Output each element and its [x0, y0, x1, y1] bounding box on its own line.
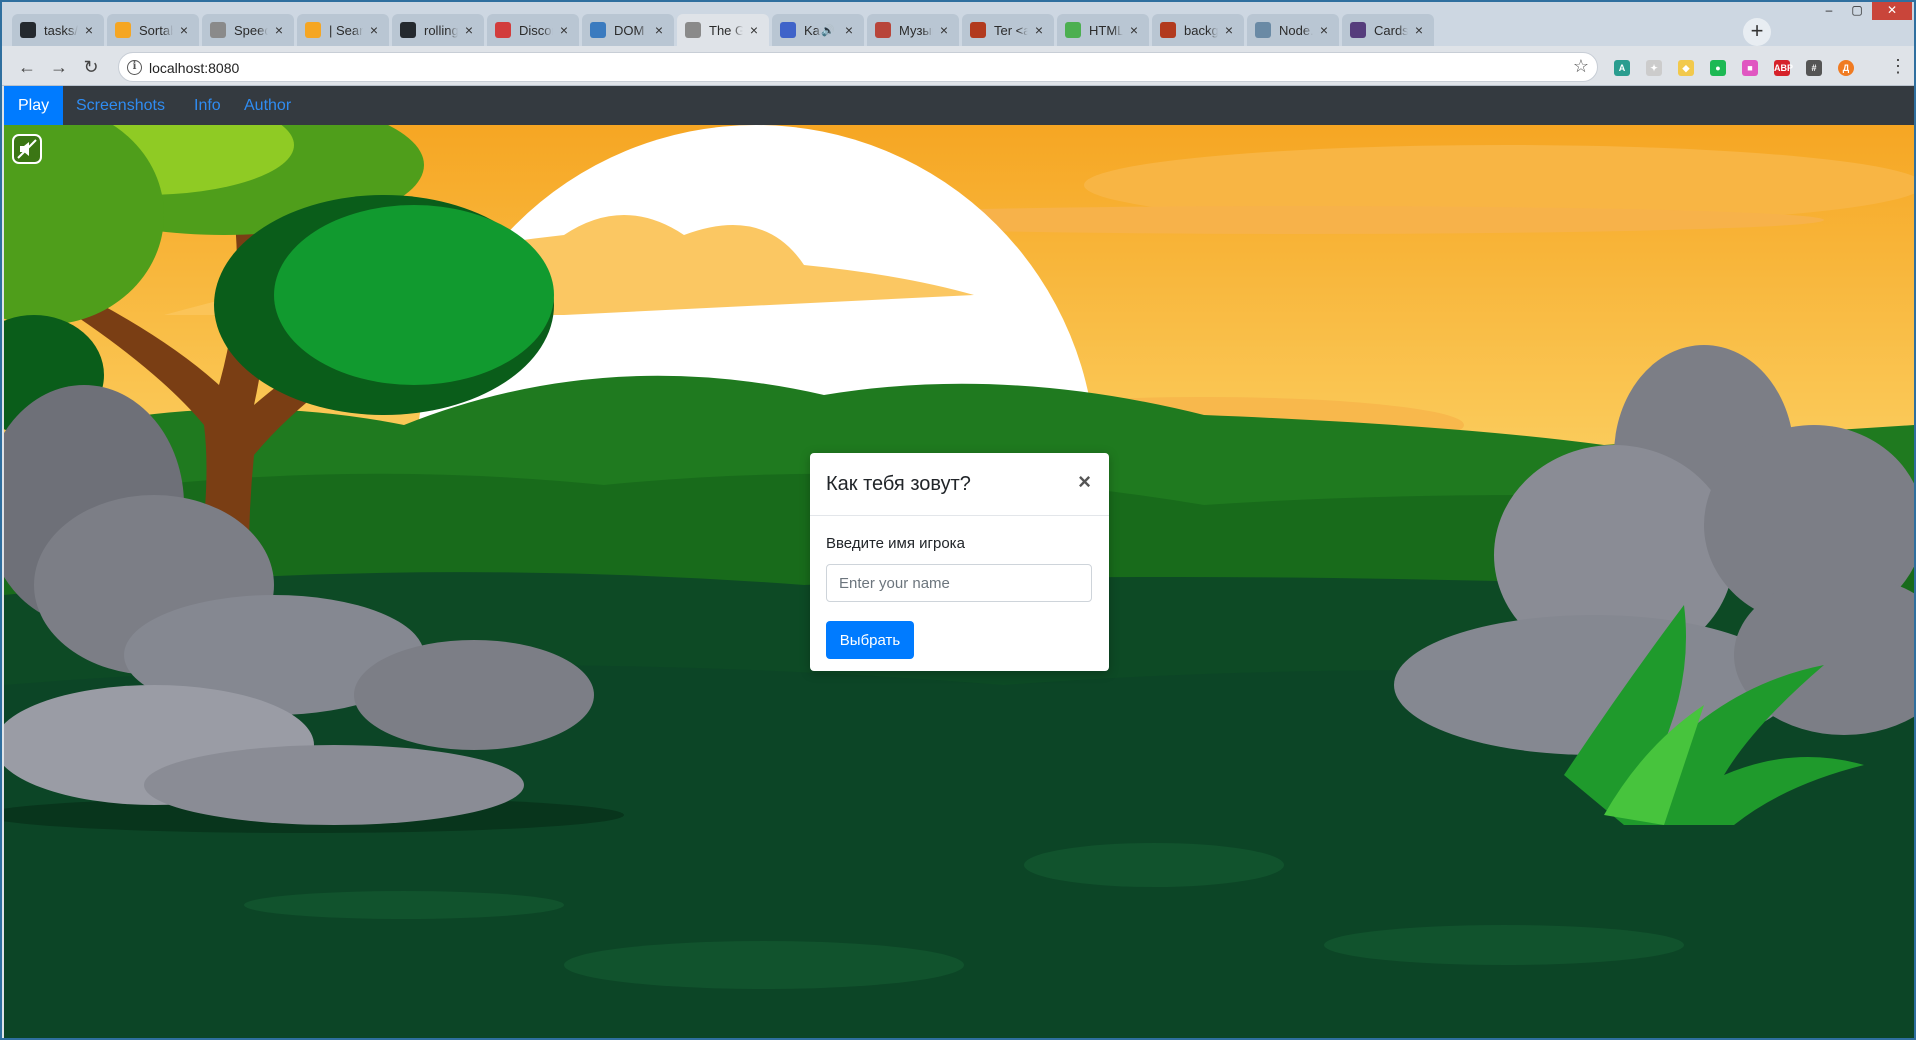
browser-toolbar: ← → ↻ i localhost:8080 ☆ A ✦ ◆ ● ■ ABP # Д ⋮ [2, 46, 1914, 86]
dialog-title: Как тебя зовут? [826, 473, 971, 495]
diamond-extension-icon[interactable]: ◆ [1678, 60, 1694, 76]
close-tab-icon[interactable]: × [747, 22, 761, 38]
close-tab-icon[interactable]: × [367, 22, 381, 38]
adblock-icon[interactable]: ABP [1774, 60, 1793, 76]
browser-tab[interactable]: Музыка× [867, 14, 959, 46]
tab-label: Node.js, l [1279, 22, 1313, 38]
tab-label: Sortable [139, 22, 173, 38]
video-icon [780, 22, 796, 38]
profile-avatar[interactable]: Д [1838, 60, 1854, 76]
tab-label: Kame [804, 22, 821, 38]
url-text: localhost:8080 [149, 60, 240, 76]
close-tab-icon[interactable]: × [1317, 22, 1331, 38]
nav-info[interactable]: Info [180, 86, 235, 125]
forward-icon[interactable]: → [46, 54, 72, 80]
close-icon[interactable]: × [1078, 469, 1091, 495]
info-icon[interactable]: i [127, 60, 142, 75]
tab-label: Speech sy [234, 22, 268, 38]
nav-author[interactable]: Author [230, 86, 305, 125]
document-icon [685, 22, 701, 38]
circle-extension-icon[interactable]: ● [1710, 60, 1726, 76]
close-tab-icon[interactable]: × [82, 22, 96, 38]
nav-screenshots[interactable]: Screenshots [62, 86, 179, 125]
tab-label: rolling-sc [424, 22, 458, 38]
tab-label: Discord [519, 22, 553, 38]
tab-label: HTML Au [1089, 22, 1123, 38]
close-tab-icon[interactable]: × [1222, 22, 1236, 38]
bootstrap-icon [1350, 22, 1366, 38]
tab-strip: tasks/gar×Sortable×Speech sy×| Search F×… [2, 2, 1914, 46]
browser-tab[interactable]: Discord× [487, 14, 579, 46]
close-tab-icon[interactable]: × [937, 22, 951, 38]
browser-window: tasks/gar×Sortable×Speech sy×| Search F×… [0, 0, 1916, 1040]
blocks-icon [1160, 22, 1176, 38]
browser-tab[interactable]: Kame🔊 × [772, 14, 864, 46]
github-icon [20, 22, 36, 38]
player-name-label: Введите имя игрока [826, 535, 965, 552]
close-tab-icon[interactable]: × [1127, 22, 1141, 38]
new-tab-button[interactable]: + [1743, 18, 1771, 46]
address-bar[interactable]: i localhost:8080 ☆ [118, 52, 1598, 82]
page-content: Play Screenshots Info Author Как тебя зо… [4, 86, 1914, 1038]
github-icon [400, 22, 416, 38]
star-extension-icon[interactable]: ✦ [1646, 60, 1662, 76]
browser-tab[interactable]: backgrou× [1152, 14, 1244, 46]
player-name-input[interactable] [826, 564, 1092, 602]
browser-tab[interactable]: DOM Rep× [582, 14, 674, 46]
browser-tab[interactable]: Cards · B× [1342, 14, 1434, 46]
browser-tab[interactable]: Speech sy× [202, 14, 294, 46]
speaker-icon[interactable]: 🔊 [821, 24, 835, 37]
tab-label: Cards · B [1374, 22, 1408, 38]
maximize-icon[interactable]: ▢ [1844, 2, 1870, 20]
close-tab-icon[interactable]: × [1412, 22, 1426, 38]
tab-label: Музыка [899, 22, 933, 38]
close-tab-icon[interactable]: × [462, 22, 476, 38]
uprock-icon [305, 22, 321, 38]
mute-sound-icon[interactable] [12, 134, 42, 164]
close-window-icon[interactable]: ✕ [1872, 2, 1912, 20]
tab-label: | Search F [329, 22, 363, 38]
close-tab-icon[interactable]: × [652, 22, 666, 38]
submit-name-button[interactable]: Выбрать [826, 621, 914, 659]
grid-extension-icon[interactable]: # [1806, 60, 1822, 76]
back-icon[interactable]: ← [14, 54, 40, 80]
gradient-extension-icon[interactable]: ■ [1742, 60, 1758, 76]
close-tab-icon[interactable]: × [1032, 22, 1046, 38]
uprock-icon [115, 22, 131, 38]
nav-play[interactable]: Play [4, 86, 64, 125]
browser-tab[interactable]: tasks/gar× [12, 14, 104, 46]
browser-tab[interactable]: Ter <aud× [962, 14, 1054, 46]
tab-label: backgrou [1184, 22, 1218, 38]
close-tab-icon[interactable]: × [177, 22, 191, 38]
browser-tab[interactable]: | Search F× [297, 14, 389, 46]
tab-label: The Gam [709, 22, 743, 38]
browser-tab[interactable]: HTML Au× [1057, 14, 1149, 46]
star-icon[interactable]: ☆ [1573, 56, 1589, 77]
music-icon [875, 22, 891, 38]
discord-icon [495, 22, 511, 38]
tab-label: tasks/gar [44, 22, 78, 38]
blocks-icon [970, 22, 986, 38]
habr-icon [1255, 22, 1271, 38]
w3-icon [1065, 22, 1081, 38]
close-tab-icon[interactable]: × [842, 22, 856, 38]
dialog-divider [810, 515, 1109, 516]
tab-label: Ter <aud [994, 22, 1028, 38]
browser-tab[interactable]: The Gam× [677, 14, 769, 46]
name-dialog: Как тебя зовут? × Введите имя игрока Выб… [810, 453, 1109, 671]
reload-icon[interactable]: ↻ [78, 54, 104, 80]
browser-tab[interactable]: Node.js, l× [1247, 14, 1339, 46]
document-icon [210, 22, 226, 38]
browser-tab[interactable]: Sortable× [107, 14, 199, 46]
minimize-icon[interactable]: – [1816, 2, 1842, 20]
browser-tab[interactable]: rolling-sc× [392, 14, 484, 46]
menu-icon[interactable]: ⋮ [1889, 56, 1907, 77]
app-navbar: Play Screenshots Info Author [4, 86, 1914, 125]
edge-icon [590, 22, 606, 38]
home-extension-icon[interactable]: A [1614, 60, 1630, 76]
close-tab-icon[interactable]: × [557, 22, 571, 38]
close-tab-icon[interactable]: × [272, 22, 286, 38]
tab-label: DOM Rep [614, 22, 648, 38]
